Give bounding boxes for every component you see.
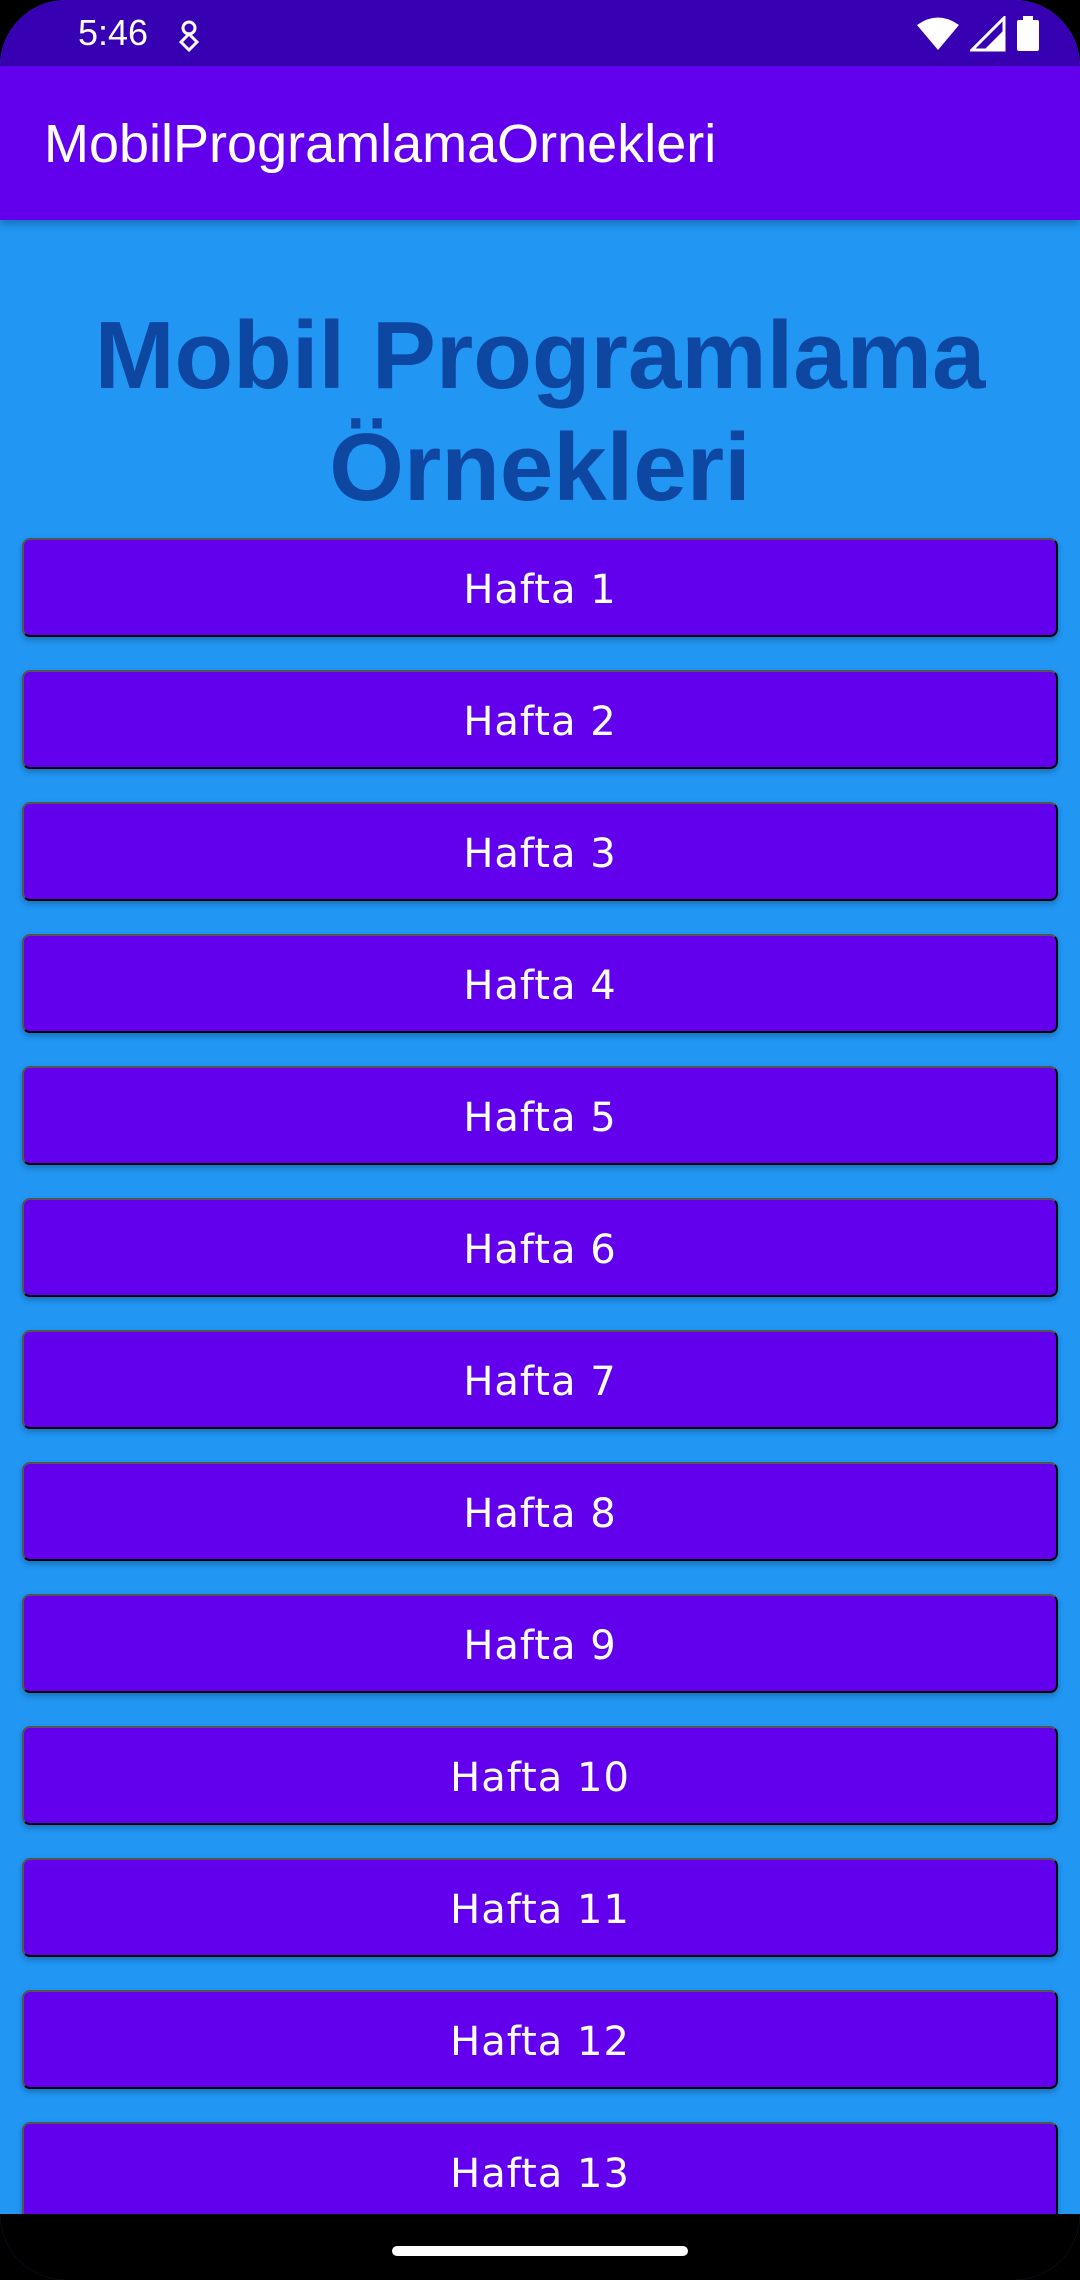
navigation-bar [0, 2214, 1080, 2280]
week-12-button[interactable]: Hafta 12 [22, 1990, 1058, 2089]
week-13-button[interactable]: Hafta 13 [22, 2122, 1058, 2221]
week-1-button[interactable]: Hafta 1 [22, 538, 1058, 637]
status-icons [916, 14, 1040, 56]
location-pin-icon [174, 18, 204, 53]
week-10-button[interactable]: Hafta 10 [22, 1726, 1058, 1825]
week-6-button[interactable]: Hafta 6 [22, 1198, 1058, 1297]
status-bar: 5:46 [0, 0, 1080, 66]
week-4-button[interactable]: Hafta 4 [22, 934, 1058, 1033]
week-7-button[interactable]: Hafta 7 [22, 1330, 1058, 1429]
status-time: 5:46 [78, 12, 149, 53]
battery-icon [1016, 16, 1040, 56]
week-8-button[interactable]: Hafta 8 [22, 1462, 1058, 1561]
week-9-button[interactable]: Hafta 9 [22, 1594, 1058, 1693]
phone-screen: 5:46 MobilProgramlamaOrnekleri Mobil Pro… [0, 0, 1080, 2280]
app-bar: MobilProgramlamaOrnekleri [0, 66, 1080, 220]
home-gesture-handle[interactable] [392, 2246, 688, 2256]
app-title: MobilProgramlamaOrnekleri [44, 114, 717, 174]
week-3-button[interactable]: Hafta 3 [22, 802, 1058, 901]
page-title: Mobil Programlama Örnekleri [94, 302, 986, 521]
week-2-button[interactable]: Hafta 2 [22, 670, 1058, 769]
week-5-button[interactable]: Hafta 5 [22, 1066, 1058, 1165]
signal-icon [968, 14, 1006, 56]
wifi-icon [916, 16, 960, 56]
week-11-button[interactable]: Hafta 11 [22, 1858, 1058, 1957]
